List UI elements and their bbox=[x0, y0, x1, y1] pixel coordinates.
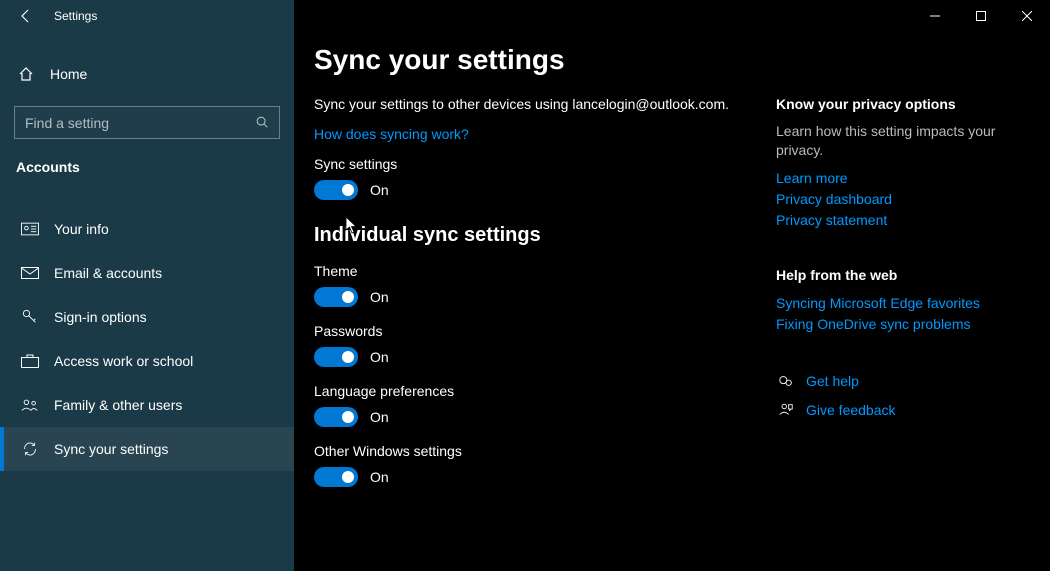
how-syncing-link[interactable]: How does syncing work? bbox=[314, 126, 776, 142]
help-section: Help from the web Syncing Microsoft Edge… bbox=[776, 267, 1026, 335]
search-box[interactable] bbox=[14, 106, 280, 139]
minimize-button[interactable] bbox=[912, 0, 958, 32]
mail-icon bbox=[20, 263, 40, 283]
content-main: Sync your settings Sync your settings to… bbox=[314, 32, 776, 571]
nav-signin-options[interactable]: Sign-in options bbox=[0, 295, 294, 339]
privacy-heading: Know your privacy options bbox=[776, 96, 1026, 112]
home-icon bbox=[16, 64, 36, 84]
privacy-statement-link[interactable]: Privacy statement bbox=[776, 210, 1026, 231]
page-heading: Sync your settings bbox=[314, 44, 776, 76]
privacy-desc: Learn how this setting impacts your priv… bbox=[776, 122, 1026, 160]
nav-label: Email & accounts bbox=[54, 265, 162, 281]
nav-access-work[interactable]: Access work or school bbox=[0, 339, 294, 383]
toggle-label-language: Language preferences bbox=[314, 383, 776, 399]
other-toggle[interactable] bbox=[314, 467, 358, 487]
titlebar: Settings bbox=[0, 0, 294, 32]
briefcase-icon bbox=[20, 351, 40, 371]
privacy-dashboard-link[interactable]: Privacy dashboard bbox=[776, 189, 1026, 210]
master-toggle-state: On bbox=[370, 182, 389, 198]
nav-list: Your info Email & accounts Sign-in optio… bbox=[0, 207, 294, 471]
privacy-section: Know your privacy options Learn how this… bbox=[776, 96, 1026, 231]
home-label: Home bbox=[50, 66, 87, 82]
aside: Know your privacy options Learn how this… bbox=[776, 32, 1026, 571]
theme-toggle-state: On bbox=[370, 289, 389, 305]
maximize-button[interactable] bbox=[958, 0, 1004, 32]
help-icon bbox=[776, 371, 796, 391]
sync-icon bbox=[20, 439, 40, 459]
window-title: Settings bbox=[54, 9, 97, 23]
other-toggle-state: On bbox=[370, 469, 389, 485]
passwords-toggle[interactable] bbox=[314, 347, 358, 367]
nav-label: Family & other users bbox=[54, 397, 182, 413]
get-help-link[interactable]: Get help bbox=[806, 371, 859, 392]
toggle-row-theme: On bbox=[314, 287, 776, 307]
search-icon bbox=[255, 115, 271, 131]
master-toggle-row: On bbox=[314, 180, 776, 200]
nav-label: Sync your settings bbox=[54, 441, 168, 457]
key-icon bbox=[20, 307, 40, 327]
nav-email-accounts[interactable]: Email & accounts bbox=[0, 251, 294, 295]
person-card-icon bbox=[20, 219, 40, 239]
main-area: Sync your settings Sync your settings to… bbox=[294, 0, 1050, 571]
feedback-icon bbox=[776, 400, 796, 420]
feedback-row[interactable]: Give feedback bbox=[776, 400, 1026, 421]
home-nav[interactable]: Home bbox=[0, 54, 294, 94]
nav-label: Sign-in options bbox=[54, 309, 147, 325]
toggle-row-language: On bbox=[314, 407, 776, 427]
help-link-edge[interactable]: Syncing Microsoft Edge favorites bbox=[776, 293, 1026, 314]
page-desc: Sync your settings to other devices usin… bbox=[314, 96, 776, 112]
search-input[interactable] bbox=[25, 115, 255, 131]
category-header: Accounts bbox=[0, 139, 294, 187]
language-toggle[interactable] bbox=[314, 407, 358, 427]
passwords-toggle-state: On bbox=[370, 349, 389, 365]
subheading: Individual sync settings bbox=[314, 224, 776, 247]
sidebar: Settings Home Accounts Your info Email &… bbox=[0, 0, 294, 571]
theme-toggle[interactable] bbox=[314, 287, 358, 307]
back-button[interactable] bbox=[16, 6, 36, 26]
master-toggle-label: Sync settings bbox=[314, 156, 776, 172]
nav-your-info[interactable]: Your info bbox=[0, 207, 294, 251]
content: Sync your settings Sync your settings to… bbox=[294, 32, 1050, 571]
close-button[interactable] bbox=[1004, 0, 1050, 32]
help-heading: Help from the web bbox=[776, 267, 1026, 283]
window-controls bbox=[294, 0, 1050, 32]
get-help-row[interactable]: Get help bbox=[776, 371, 1026, 392]
nav-label: Access work or school bbox=[54, 353, 193, 369]
people-icon bbox=[20, 395, 40, 415]
feedback-link[interactable]: Give feedback bbox=[806, 400, 896, 421]
master-toggle[interactable] bbox=[314, 180, 358, 200]
nav-family-users[interactable]: Family & other users bbox=[0, 383, 294, 427]
toggle-label-other: Other Windows settings bbox=[314, 443, 776, 459]
toggle-label-theme: Theme bbox=[314, 263, 776, 279]
toggle-label-passwords: Passwords bbox=[314, 323, 776, 339]
language-toggle-state: On bbox=[370, 409, 389, 425]
toggle-row-other: On bbox=[314, 467, 776, 487]
toggle-row-passwords: On bbox=[314, 347, 776, 367]
nav-sync-settings[interactable]: Sync your settings bbox=[0, 427, 294, 471]
nav-label: Your info bbox=[54, 221, 109, 237]
learn-more-link[interactable]: Learn more bbox=[776, 168, 1026, 189]
help-link-onedrive[interactable]: Fixing OneDrive sync problems bbox=[776, 314, 1026, 335]
